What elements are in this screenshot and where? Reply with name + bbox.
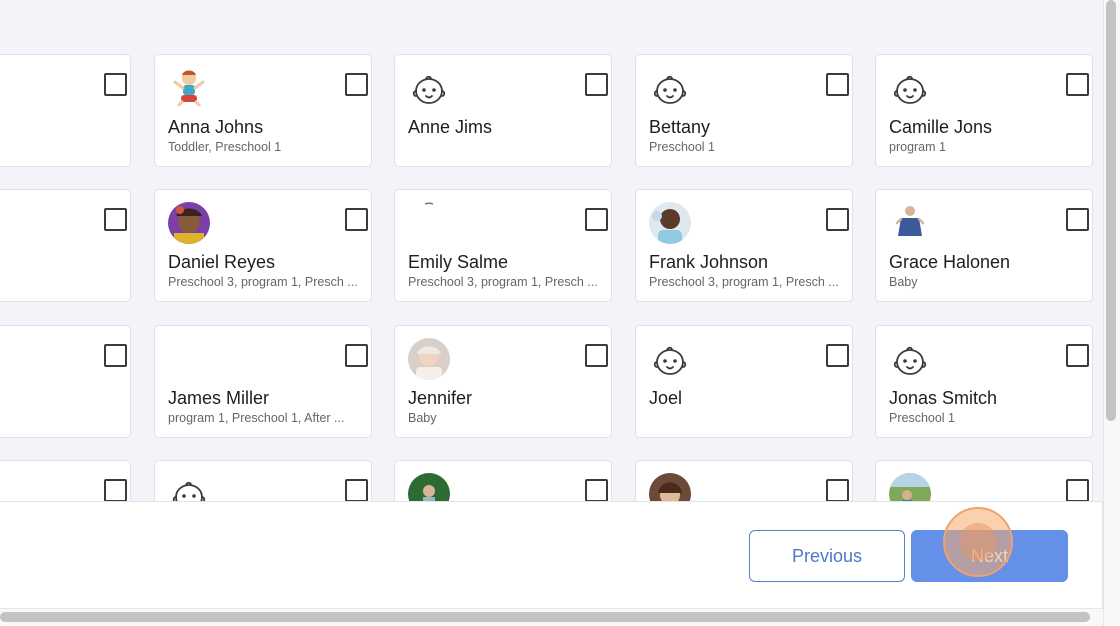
student-card[interactable]: James Miller program 1, Preschool 1, Afte… bbox=[154, 325, 372, 438]
student-name: Jennifer bbox=[408, 388, 473, 408]
student-select-checkbox[interactable] bbox=[585, 344, 608, 367]
baby-face-icon bbox=[889, 338, 931, 380]
baby-face-icon bbox=[408, 67, 450, 109]
student-card[interactable]: Frank Johnson Preschool 3, program 1, Pre… bbox=[635, 189, 853, 302]
student-card[interactable] bbox=[394, 460, 612, 501]
student-select-checkbox[interactable] bbox=[345, 208, 368, 231]
student-name: Emily Salme bbox=[408, 252, 509, 272]
student-avatar bbox=[168, 202, 210, 244]
student-programs: Baby bbox=[889, 275, 918, 289]
student-select-checkbox[interactable] bbox=[585, 479, 608, 501]
student-name: James Miller bbox=[168, 388, 270, 408]
student-programs: Preschool 3, program 1, Presch ... bbox=[408, 275, 598, 289]
student-avatar bbox=[889, 473, 931, 501]
student-card[interactable]: Emily Salme Preschool 3, program 1, Presc… bbox=[394, 189, 612, 302]
student-programs: Preschool 3, program 1, Presch ... bbox=[168, 275, 358, 289]
student-select-checkbox[interactable] bbox=[585, 208, 608, 231]
student-name: Bettany bbox=[649, 117, 711, 137]
student-card[interactable]: Joel bbox=[635, 325, 853, 438]
student-name: Camille Jons bbox=[889, 117, 993, 137]
student-select-checkbox[interactable] bbox=[345, 344, 368, 367]
student-select-checkbox[interactable] bbox=[1066, 479, 1089, 501]
student-select-checkbox[interactable] bbox=[1066, 344, 1089, 367]
previous-button[interactable]: Previous bbox=[749, 530, 905, 582]
student-programs: Toddler, Preschool 1 bbox=[168, 140, 282, 154]
student-card[interactable]: Anna Johns Toddler, Preschool 1 bbox=[154, 54, 372, 167]
student-card[interactable] bbox=[0, 189, 131, 302]
student-select-checkbox[interactable] bbox=[585, 73, 608, 96]
student-avatar bbox=[408, 338, 450, 380]
next-button[interactable]: Next bbox=[911, 530, 1068, 582]
baby-face-icon bbox=[649, 338, 691, 380]
student-name: Jonas Smitch bbox=[889, 388, 998, 408]
baby-face-icon bbox=[889, 67, 931, 109]
student-card[interactable]: Daniel Reyes Preschool 3, program 1, Pres… bbox=[154, 189, 372, 302]
student-card[interactable]: Jennifer Baby bbox=[394, 325, 612, 438]
vertical-scrollbar-thumb[interactable] bbox=[1106, 0, 1116, 421]
student-programs: Preschool 1 bbox=[649, 140, 716, 154]
student-avatar bbox=[649, 473, 691, 501]
student-select-checkbox[interactable] bbox=[345, 73, 368, 96]
student-select-checkbox[interactable] bbox=[104, 73, 127, 96]
student-card[interactable] bbox=[154, 460, 372, 501]
student-grid-viewport: Anna Johns Toddler, Preschool 1 Anne Jims B… bbox=[0, 0, 1103, 501]
student-name: Anne Jims bbox=[408, 117, 493, 137]
student-avatar bbox=[168, 67, 210, 109]
student-card[interactable]: Jonas Smitch Preschool 1 bbox=[875, 325, 1093, 438]
student-avatar bbox=[889, 202, 931, 244]
student-select-checkbox[interactable] bbox=[104, 344, 127, 367]
student-avatar bbox=[408, 473, 450, 501]
student-card[interactable] bbox=[0, 54, 131, 167]
student-select-checkbox[interactable] bbox=[826, 479, 849, 501]
student-select-checkbox[interactable] bbox=[104, 479, 127, 501]
student-card[interactable]: Bettany Preschool 1 bbox=[635, 54, 853, 167]
student-programs: Baby bbox=[408, 411, 437, 425]
student-name: Frank Johnson bbox=[649, 252, 769, 272]
student-card[interactable] bbox=[875, 460, 1093, 501]
student-programs: program 1 bbox=[889, 140, 946, 154]
student-card[interactable] bbox=[635, 460, 853, 501]
student-select-checkbox[interactable] bbox=[104, 208, 127, 231]
student-select-checkbox[interactable] bbox=[1066, 73, 1089, 96]
student-name: Anna Johns bbox=[168, 117, 264, 137]
student-select-checkbox[interactable] bbox=[345, 479, 368, 501]
student-card[interactable] bbox=[0, 460, 131, 501]
student-card[interactable]: Camille Jons program 1 bbox=[875, 54, 1093, 167]
student-card[interactable] bbox=[0, 325, 131, 438]
student-name: Grace Halonen bbox=[889, 252, 1011, 272]
student-avatar bbox=[408, 202, 450, 244]
student-programs: Preschool 1 bbox=[889, 411, 956, 425]
student-select-checkbox[interactable] bbox=[1066, 208, 1089, 231]
student-select-checkbox[interactable] bbox=[826, 208, 849, 231]
student-select-checkbox[interactable] bbox=[826, 344, 849, 367]
baby-face-icon bbox=[649, 67, 691, 109]
student-card[interactable]: Grace Halonen Baby bbox=[875, 189, 1093, 302]
horizontal-scrollbar-thumb[interactable] bbox=[0, 612, 1090, 622]
baby-face-icon bbox=[168, 473, 210, 501]
student-select-checkbox[interactable] bbox=[826, 73, 849, 96]
student-card[interactable]: Anne Jims bbox=[394, 54, 612, 167]
student-name: Daniel Reyes bbox=[168, 252, 276, 272]
student-avatar bbox=[649, 202, 691, 244]
student-programs: program 1, Preschool 1, After ... bbox=[168, 411, 345, 425]
wizard-footer: Previous Next bbox=[0, 501, 1103, 608]
student-programs: Preschool 3, program 1, Presch ... bbox=[649, 275, 839, 289]
student-name: Joel bbox=[649, 388, 683, 408]
